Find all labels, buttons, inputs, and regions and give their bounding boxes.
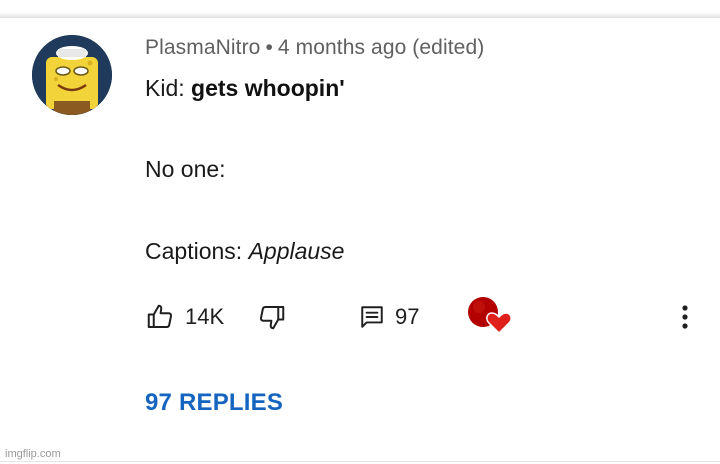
thumbs-up-icon (145, 302, 175, 332)
like-button[interactable]: 14K (145, 300, 224, 334)
line3-prefix: Captions: (145, 238, 249, 264)
comment-meta: PlasmaNitro • 4 months ago (edited) (145, 36, 484, 62)
comment-text-line-2: No one: (145, 156, 226, 182)
avatar[interactable] (32, 35, 112, 115)
line1-prefix: Kid: (145, 75, 192, 101)
more-vertical-icon (673, 302, 697, 332)
reply-button[interactable]: 97 (359, 300, 419, 334)
more-options-button[interactable] (673, 300, 697, 334)
comment-icon (359, 304, 385, 330)
dislike-button[interactable] (257, 300, 287, 334)
timestamp: 4 months ago (edited) (277, 36, 485, 59)
comment-thread: PlasmaNitro • 4 months ago (edited) Kid: g… (0, 0, 720, 464)
like-count: 14K (185, 304, 225, 329)
comment-actions: 14K 97 (145, 295, 705, 335)
thumbs-down-icon (257, 302, 287, 332)
line3-italic: Applause (248, 238, 345, 264)
meta-separator: • (265, 36, 273, 59)
creator-heart-icon (467, 295, 513, 335)
bottom-divider (0, 461, 720, 462)
creator-heart (467, 295, 513, 335)
comment-text-line-3: Captions: Applause (145, 238, 344, 265)
line1-bold: gets whoopin' (191, 75, 345, 101)
view-replies-button[interactable]: 97 REPLIES (145, 389, 283, 417)
watermark: imgflip.com (5, 448, 61, 460)
reply-count: 97 (395, 304, 420, 329)
author-name[interactable]: PlasmaNitro (145, 36, 260, 59)
avatar-image (32, 35, 112, 115)
comment-text-line-1: Kid: gets whoopin' (145, 75, 345, 102)
